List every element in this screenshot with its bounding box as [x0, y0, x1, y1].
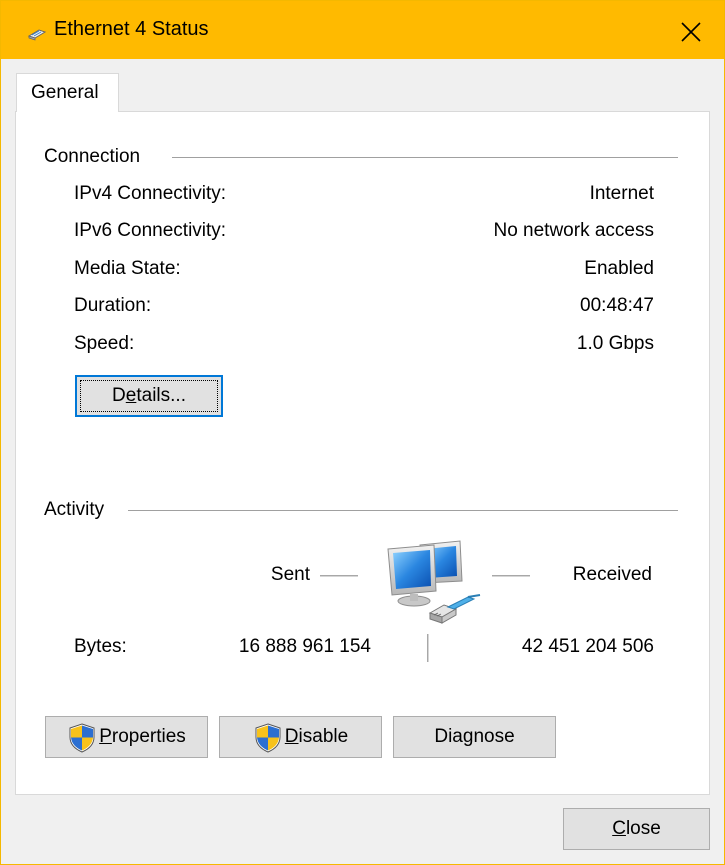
bytes-received-value: 42 451 204 506 [521, 636, 654, 657]
duration-label: Duration: [74, 295, 152, 316]
title-bar[interactable]: Ethernet 4 Status [1, 1, 724, 59]
activity-divider [128, 510, 678, 511]
received-label: Received [572, 564, 652, 585]
speed-value: 1.0 Gbps [576, 333, 654, 354]
tab-general[interactable]: General [16, 73, 119, 112]
connection-divider [172, 157, 678, 158]
bytes-sent-value: 16 888 961 154 [238, 636, 371, 657]
ipv6-value: No network access [493, 220, 654, 241]
tab-general-label: General [31, 82, 99, 103]
media-state-value: Enabled [584, 258, 654, 279]
diagnose-button[interactable]: Diagnose [393, 716, 556, 758]
disable-button-label: Disable [284, 726, 349, 747]
properties-button-label: Properties [99, 726, 186, 747]
network-adapter-icon [27, 29, 47, 41]
status-dialog: Ethernet 4 Status General Connection IPv… [0, 0, 725, 865]
uac-shield-icon [69, 722, 95, 753]
connection-heading: Connection [44, 146, 141, 167]
sent-line [320, 575, 358, 577]
diagnose-button-label: Diagnose [434, 726, 515, 747]
close-button[interactable]: Close [563, 808, 710, 850]
network-computers-icon [387, 540, 481, 624]
close-button-label: Close [612, 818, 661, 839]
close-icon[interactable] [669, 9, 713, 53]
disable-button[interactable]: Disable [219, 716, 382, 758]
ipv4-value: Internet [589, 183, 654, 204]
ipv6-label: IPv6 Connectivity: [74, 220, 227, 241]
activity-separator [427, 634, 429, 662]
window-title: Ethernet 4 Status [54, 18, 209, 40]
received-line [492, 575, 530, 577]
speed-label: Speed: [74, 333, 135, 354]
duration-value: 00:48:47 [580, 295, 654, 316]
general-panel: Connection IPv4 Connectivity: Internet I… [15, 111, 710, 795]
sent-label: Sent [270, 564, 310, 585]
details-button-label: Details... [112, 385, 186, 406]
activity-heading: Activity [44, 499, 105, 520]
media-state-label: Media State: [74, 258, 181, 279]
properties-button[interactable]: Properties [45, 716, 208, 758]
ipv4-label: IPv4 Connectivity: [74, 183, 227, 204]
bytes-label: Bytes: [74, 636, 127, 657]
uac-shield-icon [255, 722, 281, 753]
details-button[interactable]: Details... [75, 375, 223, 417]
